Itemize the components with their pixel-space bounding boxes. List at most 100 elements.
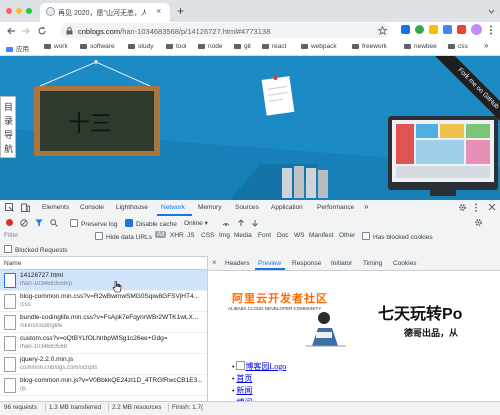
devtools-tab-lighthouse[interactable]: Lighthouse [116,204,148,211]
hide-data-urls-checkbox[interactable]: Hide data URLs [95,232,152,241]
filter-type-js[interactable]: JS [187,232,195,239]
sidebar-nav[interactable]: 目 录 导 航 [0,96,16,158]
network-settings-gear-icon[interactable] [474,218,483,227]
extension-blue-icon[interactable] [443,25,452,34]
extension-yellow-icon[interactable] [429,25,438,34]
reload-icon[interactable] [37,26,47,36]
bookmark-node[interactable]: node [198,43,222,50]
filter-type-img[interactable]: Img [219,232,230,239]
bookmark-webpack[interactable]: webpack [301,43,337,50]
devtools-tab-network[interactable]: Network [161,204,185,211]
close-window-button[interactable] [6,8,12,14]
home-link[interactable]: 首页 [236,374,252,383]
blog-logo-link[interactable]: 博客园Logo [245,362,286,371]
request-row[interactable]: 14126727.html /han-1034683568/p [0,270,207,291]
filter-type-all[interactable]: All [155,231,167,238]
close-detail-button[interactable]: × [212,258,217,267]
clear-icon[interactable] [20,219,28,227]
throttling-select[interactable]: Online ▾ [184,219,208,227]
close-devtools-icon[interactable] [488,203,496,211]
request-row[interactable]: blog-common.min.css?v=R2wBwmwSMG0Sqiw8GF… [0,291,207,312]
devtools-tab-memory[interactable]: Memory [198,204,221,211]
close-tab-button[interactable]: × [156,6,161,16]
preserve-log-checkbox[interactable]: Preserve log [70,219,118,228]
devtools-tab-application[interactable]: Application [271,204,303,211]
folder-icon [198,44,205,49]
filter-type-ws[interactable]: WS [294,232,304,239]
news-link[interactable]: 新闻 [236,386,252,395]
filter-type-doc[interactable]: Doc [277,232,289,239]
bookmark-newbee[interactable]: newbee [404,43,437,50]
bookmark-react[interactable]: react [262,43,286,50]
css-file-icon [4,315,16,330]
detail-tab-preview[interactable]: Preview [258,260,281,267]
minimize-window-button[interactable] [16,8,22,14]
export-har-icon[interactable] [251,219,259,227]
ad-banner[interactable]: 阿里云开发者社区 ALIBABA CLOUD DEVELOPER COMMUNI… [218,286,500,348]
folder-icon [352,44,359,49]
devtools-menu-icon[interactable] [474,203,478,212]
bookmark-apps[interactable]: 应用 [6,43,29,53]
record-icon[interactable] [6,219,13,226]
bookmark-study[interactable]: study [128,43,154,50]
extension-translate-icon[interactable] [401,25,410,34]
disable-cache-checkbox[interactable]: Disable cache [125,219,177,228]
banner-headline: 七天玩转Po [378,306,463,323]
filter-type-other[interactable]: Other [339,232,355,239]
has-blocked-cookies-checkbox[interactable]: Has blocked cookies [362,232,433,241]
lock-icon[interactable] [66,27,73,35]
bookmarks-overflow-button[interactable]: » [484,41,488,50]
request-row[interactable]: bundle-codinglife.min.css?v=FsApk7eFqynr… [0,312,207,333]
bookmark-freework[interactable]: freework [352,43,387,50]
extension-red-icon[interactable] [457,25,466,34]
status-separator [108,403,109,412]
device-toolbar-icon[interactable] [21,203,30,212]
bookmark-star-icon[interactable] [378,26,387,35]
more-menu-icon[interactable] [489,25,493,35]
blocked-requests-checkbox[interactable]: Blocked Requests [4,245,67,254]
settings-gear-icon[interactable] [458,203,467,212]
css-file-icon [4,336,16,351]
detail-tab-timing[interactable]: Timing [363,260,382,267]
detail-tab-response[interactable]: Response [292,260,321,267]
filter-type-xhr[interactable]: XHR [170,232,184,239]
inspect-element-icon[interactable] [5,203,14,212]
bookmark-work[interactable]: work [44,43,68,50]
filter-funnel-icon[interactable] [35,219,43,227]
bookmark-git[interactable]: git [234,43,251,50]
url-host: cnblogs.com [78,27,121,36]
extension-green-icon[interactable] [415,25,424,34]
bookmark-css[interactable]: css [448,43,468,50]
detail-tab-headers[interactable]: Headers [225,260,250,267]
devtools-tab-sources[interactable]: Sources [235,204,259,211]
folder-icon [404,44,411,49]
request-row[interactable]: jquery-2.2.0.min.js common.cnblogs.com/s… [0,354,207,375]
filter-input[interactable]: Filter [4,232,84,239]
maximize-window-button[interactable] [26,8,32,14]
filter-type-css[interactable]: CSS [201,232,214,239]
bookmark-tool[interactable]: tool [166,43,186,50]
devtools-tab-console[interactable]: Console [80,204,104,211]
bookmark-software[interactable]: software [80,43,115,50]
detail-tab-cookies[interactable]: Cookies [393,260,416,267]
filter-type-manifest[interactable]: Manifest [309,232,334,239]
new-tab-button[interactable]: + [177,4,184,18]
detail-tab-initiator[interactable]: Initiator [331,260,352,267]
request-row[interactable]: custom.css?v=oQtBYLfOLhlrbpWlSg1c26ee+Gd… [0,333,207,354]
devtools-tab-performance[interactable]: Performance [317,204,354,211]
forward-icon[interactable] [21,26,31,36]
request-row[interactable]: blog-common.min.js?v=V0BbkkQE24zt1D_4TRG… [0,375,207,396]
search-icon[interactable] [50,219,58,227]
import-har-icon[interactable] [237,219,245,227]
network-conditions-icon[interactable] [222,219,230,227]
devtools-tab-elements[interactable]: Elements [42,204,69,211]
name-column-header[interactable]: Name [0,257,207,270]
blog-title[interactable]: 十三 [68,106,112,138]
tab-search-icon[interactable] [488,8,495,15]
filter-type-font[interactable]: Font [258,232,271,239]
profile-avatar[interactable] [471,24,482,35]
back-icon[interactable] [6,26,16,36]
request-detail-tab-bar [208,256,500,271]
devtools-more-tabs-button[interactable]: » [364,202,368,211]
filter-type-media[interactable]: Media [234,232,252,239]
